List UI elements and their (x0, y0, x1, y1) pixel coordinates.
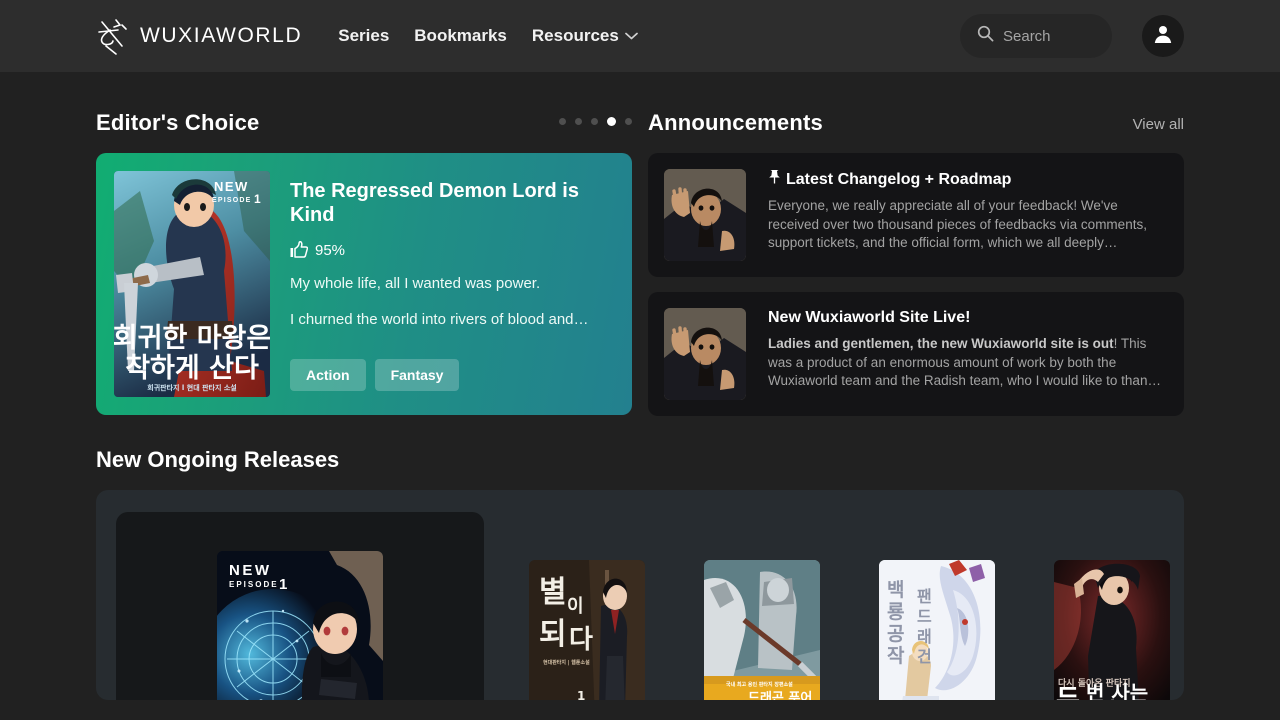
nav-item-series[interactable]: Series (338, 26, 389, 46)
svg-text:EPISODE: EPISODE (212, 197, 252, 204)
announcement-title-row: Latest Changelog + Roadmap (768, 169, 1168, 189)
pin-icon (768, 169, 781, 189)
release-thumbnail[interactable]: 별 이 되 다 현대판타지 | 웹툰소설 1 (529, 560, 645, 700)
svg-text:공: 공 (887, 623, 904, 645)
main-nav: Series Bookmarks Resources (338, 26, 638, 46)
new-ongoing-releases-panel: NEW EPISODE 1 별 이 되 다 현대판타지 | 웹툰소설 1 국내 … (96, 490, 1184, 700)
svg-text:회귀판타지 l 현대 판타지 소설: 회귀판타지 l 현대 판타지 소설 (147, 383, 236, 392)
novel-description-line-1: My whole life, all I wanted was power. (290, 275, 541, 292)
svg-text:백: 백 (887, 579, 904, 601)
editors-choice-title: Editor's Choice (96, 110, 260, 135)
svg-text:건: 건 (917, 647, 932, 666)
novel-tags: Action Fantasy (290, 359, 614, 397)
svg-text:Dragon: Dragon (712, 698, 789, 700)
svg-text:EPISODE: EPISODE (229, 580, 279, 589)
svg-text:NEW: NEW (229, 562, 272, 579)
novel-description-line-2: I churned the world into rivers of blood… (290, 311, 589, 329)
svg-text:국내 최고 용인 판타지 장편소설: 국내 최고 용인 판타지 장편소설 (726, 681, 793, 688)
carousel-dot[interactable] (625, 118, 632, 125)
svg-text:다: 다 (569, 625, 593, 655)
nav-item-label: Resources (531, 26, 619, 45)
announcement-thumbnail (664, 169, 746, 261)
svg-text:래: 래 (917, 627, 932, 646)
svg-text:착하게 산다: 착하게 산다 (125, 353, 259, 384)
tag-action[interactable]: Action (290, 359, 366, 391)
header-right-cluster (960, 14, 1184, 58)
site-header: WUXIAWORLD Series Bookmarks Resources (0, 0, 1280, 72)
release-thumbnail[interactable]: 다시 돌아온 판타지 두 번 사는 랭커 (1054, 560, 1170, 700)
svg-text:룡: 룡 (887, 601, 904, 623)
svg-text:드: 드 (917, 607, 932, 626)
announcement-text: Ladies and gentlemen, the new Wuxiaworld… (768, 335, 1168, 391)
svg-text:회귀한 마왕은: 회귀한 마왕은 (114, 323, 270, 354)
nav-item-label: Bookmarks (414, 26, 507, 45)
editors-choice-card[interactable]: NEW EPISODE 1 회귀한 마왕은 착하게 산다 회귀판타지 l 현대 … (96, 153, 632, 415)
featured-release-cover: NEW EPISODE 1 (217, 551, 383, 700)
user-avatar-icon (1151, 22, 1175, 51)
svg-text:1: 1 (279, 576, 287, 593)
announcement-title: New Wuxiaworld Site Live! (768, 309, 971, 326)
nav-item-label: Series (338, 26, 390, 45)
chevron-down-icon (624, 32, 638, 40)
announcement-body: Latest Changelog + Roadmap Everyone, we … (746, 169, 1168, 261)
release-thumbnails: 별 이 되 다 현대판타지 | 웹툰소설 1 국내 최고 용인 판타지 장편소설… (484, 512, 1170, 700)
announcement-text-lead: Ladies and gentlemen, the new Wuxiaworld… (768, 336, 1114, 352)
svg-text:1: 1 (577, 689, 585, 700)
novel-info: The Regressed Demon Lord is Kind 95% My … (270, 171, 614, 397)
announcement-text: Everyone, we really appreciate all of yo… (768, 198, 1147, 251)
svg-text:팬: 팬 (917, 587, 932, 606)
svg-text:작: 작 (887, 645, 905, 667)
nav-item-resources[interactable]: Resources (532, 26, 638, 46)
view-all-link[interactable]: View all (1133, 116, 1184, 133)
brand-name: WUXIAWORLD (140, 24, 303, 47)
thumbs-up-icon (290, 241, 308, 259)
rating-value: 95% (315, 241, 346, 259)
carousel-dot[interactable] (559, 118, 566, 125)
search-input[interactable] (1003, 27, 1108, 45)
announcements-section: Announcements View all Latest Changelog … (648, 110, 1184, 416)
announcement-title-row: New Wuxiaworld Site Live! (768, 308, 1168, 327)
announcement-card[interactable]: New Wuxiaworld Site Live! Ladies and gen… (648, 292, 1184, 416)
svg-text:현대판타지 | 웹툰소설: 현대판타지 | 웹툰소설 (543, 659, 590, 666)
new-ongoing-releases-title: New Ongoing Releases (96, 447, 340, 472)
carousel-dots (559, 117, 632, 126)
novel-rating: 95% (290, 241, 614, 259)
editors-choice-section: Editor's Choice NEW EPISODE 1 회귀한 마왕은 착하… (96, 110, 632, 416)
brand-logo-link[interactable]: WUXIAWORLD (96, 16, 302, 56)
top-sections-row: Editor's Choice NEW EPISODE 1 회귀한 마왕은 착하… (96, 72, 1184, 416)
featured-release-card[interactable]: NEW EPISODE 1 (116, 512, 484, 700)
svg-text:별: 별 (539, 575, 567, 610)
carousel-dot[interactable] (591, 118, 598, 125)
announcement-thumbnail (664, 308, 746, 400)
announcement-title: Latest Changelog + Roadmap (786, 170, 1012, 188)
svg-text:이: 이 (567, 596, 584, 617)
carousel-dot[interactable] (575, 118, 582, 125)
wuxiaworld-brush-logo-icon (96, 16, 130, 56)
release-thumbnail[interactable]: 국내 최고 용인 판타지 장편소설 드래곤 푸어 Dragon (704, 560, 820, 700)
svg-text:랭커: 랭커 (1094, 698, 1138, 700)
search-icon (977, 25, 994, 47)
release-thumbnail[interactable]: 백 룡 공 작 팬 드 래 건 (879, 560, 995, 700)
search-box[interactable] (960, 14, 1112, 58)
novel-cover-image: NEW EPISODE 1 회귀한 마왕은 착하게 산다 회귀판타지 l 현대 … (114, 171, 270, 397)
svg-text:되: 되 (539, 617, 567, 652)
carousel-dot-active[interactable] (607, 117, 616, 126)
announcements-title: Announcements (648, 110, 823, 135)
announcement-body: New Wuxiaworld Site Live! Ladies and gen… (746, 308, 1168, 400)
svg-text:1: 1 (254, 192, 261, 206)
novel-title: The Regressed Demon Lord is Kind (290, 180, 579, 226)
tag-fantasy[interactable]: Fantasy (374, 359, 460, 391)
svg-text:두: 두 (1056, 685, 1080, 700)
avatar[interactable] (1142, 15, 1184, 57)
announcement-card[interactable]: Latest Changelog + Roadmap Everyone, we … (648, 153, 1184, 277)
svg-text:NEW: NEW (214, 179, 249, 194)
nav-item-bookmarks[interactable]: Bookmarks (414, 26, 507, 46)
page-content: Editor's Choice NEW EPISODE 1 회귀한 마왕은 착하… (0, 72, 1280, 700)
